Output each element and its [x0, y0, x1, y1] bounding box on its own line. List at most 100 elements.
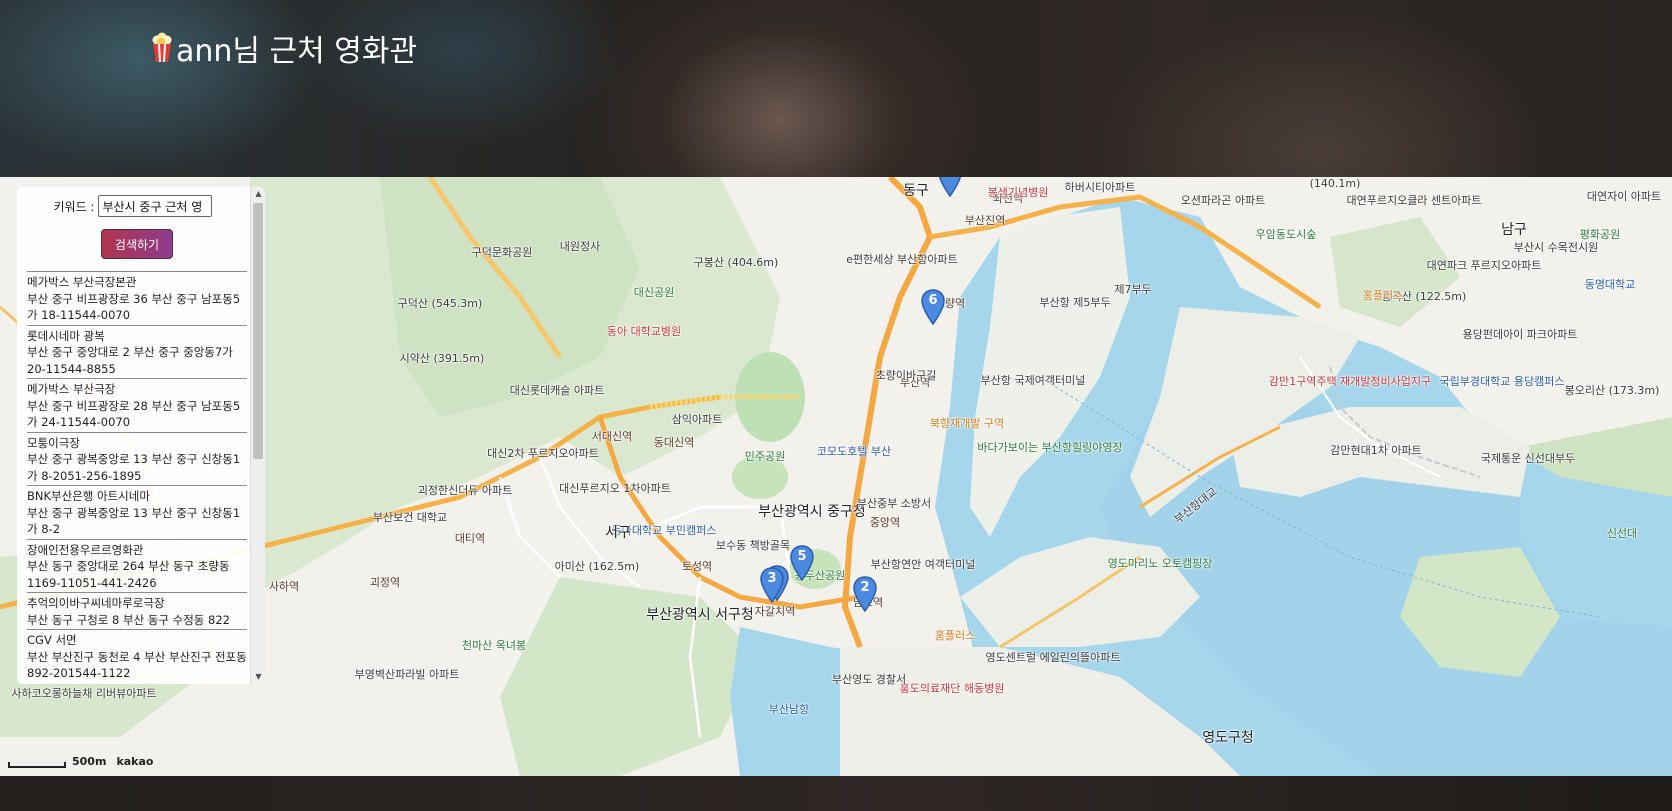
map-label-jungang-station: 중앙역: [869, 516, 901, 529]
result-address: 부산 중구 광복중앙로 13 부산 중구 신창동1가 8-2: [27, 505, 241, 537]
list-item[interactable]: CGV 서면 부산 부산진구 동천로 4 부산 부산진구 전포동 892-2015…: [27, 629, 247, 683]
map-label-donggu: 동구: [903, 183, 929, 199]
list-item[interactable]: 추억의이바구씨네마루로극장부산 동구 구청로 8 부산 동구 수정동 822: [27, 592, 247, 629]
list-item[interactable]: 모퉁이극장부산 중구 광복중앙로 13 부산 중구 신창동1가 8-2051-2…: [27, 431, 247, 486]
map-label-gudeok-park: 구덕문화공원: [471, 246, 533, 259]
map-label-gamman-hyundai: 감만현대1차 아파트: [1330, 444, 1422, 457]
list-item[interactable]: BNK부산은행 아트시네마부산 중구 광복중앙로 13 부산 중구 신창동1가 …: [27, 485, 247, 539]
map-label-marino-camping: 영도마리노 오토캠핑장: [1107, 557, 1213, 570]
map-label-choryang-ibagu: 초량이바구길: [875, 369, 937, 382]
result-name: 장애인전용우르르영화관: [27, 542, 144, 557]
map-label-yongdang-apt: 용당펀데아이 파크아파트: [1462, 328, 1578, 341]
map-label-goejeong-station: 괴정역: [369, 576, 401, 589]
map-label-minju-park: 민주공원: [744, 450, 786, 463]
map-label-daeyeon-park-prugio: 대연파크 푸르지오아파트: [1426, 259, 1542, 272]
search-button[interactable]: 검색하기: [101, 229, 173, 259]
map-label-pier-5: 부산항 제5부두: [1039, 296, 1111, 309]
result-name: 메가박스 부산극장본관: [27, 275, 137, 289]
map-label-dongdaesin-station: 동대신역: [653, 436, 695, 449]
search-input[interactable]: [98, 195, 213, 217]
map-label-lotte-castle: 대신롯데캐슬 아파트: [509, 384, 605, 397]
map-label-daeyeon-prugio-class: 대연푸르지오클라 센트아파트: [1346, 194, 1482, 207]
map-label-healing-camp: 바다가보이는 부산항힐링야영장: [977, 441, 1123, 454]
map-marker-3[interactable]: 3: [759, 567, 785, 603]
map-label-daeyeon-xi: 대연자이 아파트: [1586, 190, 1662, 203]
result-name: CGV 서면: [27, 633, 77, 647]
map-label-fire-station: 부산중부 소방서: [856, 497, 932, 510]
map-label-siyaksan: 시약산 (391.5m): [399, 352, 485, 365]
map-label-seodaesin-station: 서대신역: [591, 430, 633, 443]
map-label-north-port: 북항재개발 구역: [929, 417, 1005, 430]
map-label-sinseondae-pier: 국제통운 신선대부두: [1480, 452, 1576, 465]
map-label-busan-health-univ: 부산보건 대학교: [372, 511, 448, 524]
map-label-ecity-apt: e편한세상 부산항아파트: [846, 253, 958, 266]
popcorn-icon: [152, 32, 172, 63]
map-label-ocean-paragon: 오션파라곤 아파트: [1180, 194, 1266, 207]
result-address: 부산 중구 비프광장로 28 부산 중구 남포동5가 24-11544-0070: [27, 398, 241, 430]
results-list: 메가박스 부산극장본관부산 중구 비프광장로 36 부산 중구 남포동5가 18…: [27, 271, 247, 683]
map-label-yeongdo-police: 부산영도 경찰서: [831, 673, 907, 686]
map-label-samik-apt: 삼익아파트: [671, 413, 723, 426]
scroll-thumb[interactable]: [253, 203, 263, 459]
map-label-busan-south-port: 부산남항: [768, 703, 810, 716]
map-label-jagalchi-station: 자갈치역: [754, 605, 796, 618]
map-label-elevation: (140.1m): [1309, 177, 1361, 190]
map-label-haedong-hospital: 홍도의료재단 해동병원: [899, 682, 1005, 695]
map-label-seogu-office: 부산광역시 서구청: [646, 607, 754, 623]
result-address: 부산 중구 비프광장로 36 부산 중구 남포동5가 18-11544-0070: [27, 291, 241, 323]
map-marker-7[interactable]: 7: [937, 177, 963, 197]
scroll-down-arrow-icon[interactable]: ▼: [251, 670, 265, 684]
map-label-saha-station: 사하역: [268, 580, 300, 593]
map-label-seogu: 서구: [605, 525, 631, 541]
map-label-pier-7: 제7부두: [1114, 283, 1152, 296]
page-title: ann님 근처 영화관: [150, 26, 417, 70]
result-name: 모퉁이극장: [27, 435, 80, 450]
search-panel: 키워드 : 검색하기 메가박스 부산극장본관부산 중구 비프광장로 36 부산 …: [17, 187, 265, 684]
scale-label: 500m: [72, 755, 107, 768]
map-label-arboretum: 부산시 수목전시원: [1513, 241, 1599, 254]
map-label-daeti-station: 대티역: [454, 532, 486, 545]
result-address: 부산 동구 중앙대로 264 부산 동구 초량동 1169-11051-441-…: [27, 559, 230, 590]
list-item[interactable]: 메가박스 부산극장부산 중구 비프광장로 28 부산 중구 남포동5가 24-1…: [27, 378, 247, 432]
map-label-naewonjeongsa: 내원정사: [559, 240, 601, 253]
map-label-bosu-bookstreet: 보수동 책방골목: [715, 539, 791, 552]
result-name: 추억의이바구씨네마루로극장: [27, 596, 165, 610]
result-address: 부산 중구 광복중앙로 13 부산 중구 신창동1가 8-2051-256-18…: [27, 452, 241, 483]
map-label-toseong-station: 토성역: [681, 560, 713, 573]
results-scrollbar[interactable]: ▲ ▼: [250, 187, 265, 684]
list-item[interactable]: 롯데시네마 광복 부산 중구 중앙대로 2 부산 중구 중앙동7가 20-1154…: [27, 324, 247, 379]
map-label-amisan: 아미산 (162.5m): [554, 560, 640, 573]
map-marker-6[interactable]: 6: [920, 289, 946, 325]
map-label-gubongsan: 구봉산 (404.6m): [693, 256, 779, 269]
result-address: 부산 중구 중앙대로 2 부산 중구 중앙동7가 20-11544-8855: [27, 345, 233, 376]
map-label-commodore-hotel: 코모도호텔 부산: [816, 445, 892, 458]
map-label-peace-park: 평화공원: [1579, 228, 1621, 241]
map-marker-2[interactable]: 2: [852, 576, 878, 612]
map-label-saha-kolon-apt: 사하코오롱하늘채 리버뷰아파트: [11, 687, 157, 700]
map-label-namgu: 남구: [1501, 222, 1527, 238]
page-title-text: ann님 근처 영화관: [176, 34, 418, 69]
kakao-logo: kakao: [116, 755, 154, 768]
map-marker-5[interactable]: 5: [789, 545, 815, 581]
map-label-daesin-prugio-1: 대신푸르지오 1차아파트: [559, 482, 671, 495]
map-label-bongorisan: 봉오리산 (173.3m): [1564, 384, 1660, 397]
search-row: 키워드 :: [17, 195, 249, 217]
map-label-goejeong-hanshin: 괴정한신더듀 아파트: [417, 484, 513, 497]
map-label-cheonmasan: 천마산 옥녀봉: [461, 639, 527, 652]
map-label-yeongdo-central: 영도센트럴 에일린의뜰아파트: [985, 651, 1121, 664]
result-name: BNK부산은행 아트시네마: [27, 489, 150, 503]
map-label-coastal-terminal: 부산항연안 여객터미널: [870, 558, 976, 571]
hero-banner: ann님 근처 영화관: [0, 0, 1672, 177]
marker-pin-icon: [938, 177, 962, 197]
scroll-up-arrow-icon[interactable]: ▲: [251, 187, 265, 201]
result-name: 메가박스 부산극장: [27, 382, 116, 396]
map-label-pknu-yongdang: 국립부경대학교 용당캠퍼스: [1439, 375, 1565, 388]
map-label-buyoung-apt: 부영벽산파라빌 아파트: [354, 668, 460, 681]
list-item[interactable]: 메가박스 부산극장본관부산 중구 비프광장로 36 부산 중구 남포동5가 18…: [27, 271, 247, 325]
map-label-harbor-city: 하버시티아파트: [1064, 181, 1136, 194]
list-item[interactable]: 장애인전용우르르영화관부산 동구 중앙대로 264 부산 동구 초량동 1169…: [27, 538, 247, 593]
map-label-bongsaeng-hospital: 봉생기념병원: [987, 186, 1049, 199]
map-label-busanjin-station: 부산진역: [964, 214, 1006, 227]
result-address: 부산 동구 구청로 8 부산 동구 수정동 822: [27, 612, 230, 627]
search-label: 키워드 :: [53, 199, 95, 214]
